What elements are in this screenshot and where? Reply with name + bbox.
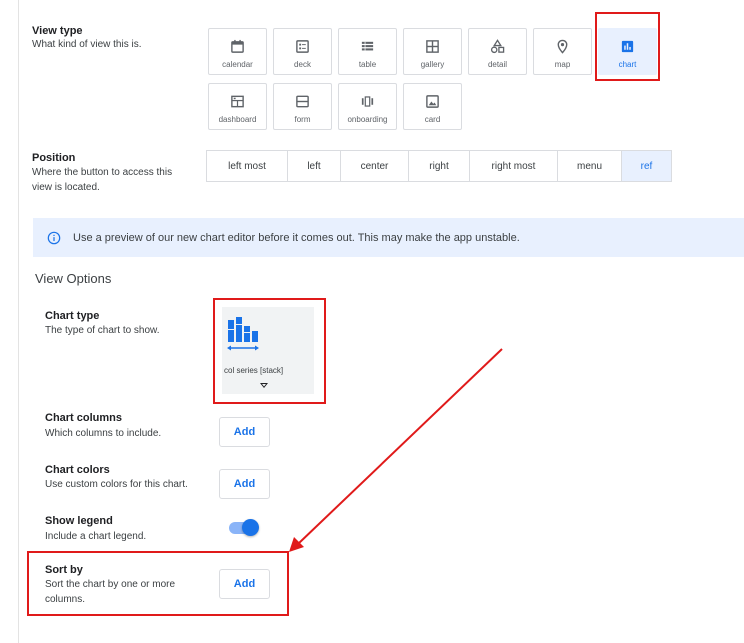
view-type-label: map xyxy=(554,60,571,69)
position-center[interactable]: center xyxy=(340,150,408,182)
view-type-map[interactable]: map xyxy=(533,28,592,75)
position-right[interactable]: right xyxy=(408,150,469,182)
sort-by-highlight-box xyxy=(27,551,289,616)
chart-type-highlight-box xyxy=(213,298,326,404)
table-icon xyxy=(361,41,374,51)
show-legend-toggle[interactable] xyxy=(229,519,259,537)
position-left[interactable]: left xyxy=(287,150,340,182)
position-description-line1: Where the button to access this xyxy=(32,167,173,178)
banner-text: Use a preview of our new chart editor be… xyxy=(73,231,520,244)
view-type-calendar[interactable]: calendar xyxy=(208,28,267,75)
position-description-line2: view is located. xyxy=(32,182,100,193)
view-type-label: table xyxy=(358,60,377,69)
card-icon xyxy=(426,95,439,108)
chart-columns-description: Which columns to include. xyxy=(45,428,162,439)
deck-icon xyxy=(296,40,309,53)
view-type-label: onboarding xyxy=(347,115,388,124)
chart-columns-add-button[interactable]: Add xyxy=(219,417,270,447)
view-type-label: gallery xyxy=(420,60,445,69)
view-type-card[interactable]: card xyxy=(403,83,462,130)
view-type-form[interactable]: form xyxy=(273,83,332,130)
toggle-knob xyxy=(242,519,259,536)
chart-colors-add-button[interactable]: Add xyxy=(219,469,270,499)
position-title: Position xyxy=(32,152,76,164)
position-right-most[interactable]: right most xyxy=(469,150,557,182)
chart-colors-title: Chart colors xyxy=(45,464,110,476)
position-left-most[interactable]: left most xyxy=(206,150,287,182)
view-type-deck[interactable]: deck xyxy=(273,28,332,75)
info-icon xyxy=(47,231,61,244)
show-legend-title: Show legend xyxy=(45,515,113,527)
view-type-label: calendar xyxy=(222,60,253,69)
view-type-description: What kind of view this is. xyxy=(32,39,142,50)
left-divider xyxy=(18,0,19,643)
view-type-onboarding[interactable]: onboarding xyxy=(338,83,397,130)
view-type-detail[interactable]: detail xyxy=(468,28,527,75)
view-options-title: View Options xyxy=(35,271,112,286)
gallery-icon xyxy=(426,40,439,53)
view-type-label: detail xyxy=(487,60,508,69)
calendar-icon xyxy=(231,39,244,53)
detail-icon xyxy=(490,39,505,54)
view-type-dashboard[interactable]: dashboard xyxy=(208,83,267,130)
chart-highlight-box xyxy=(595,12,660,81)
view-type-label: dashboard xyxy=(218,115,257,124)
chart-type-title: Chart type xyxy=(45,310,100,322)
view-type-label: deck xyxy=(294,60,311,69)
view-type-label: card xyxy=(424,115,441,124)
position-ref[interactable]: ref xyxy=(621,150,672,182)
form-icon xyxy=(296,95,309,108)
chart-colors-description: Use custom colors for this chart. xyxy=(45,479,188,490)
chart-columns-title: Chart columns xyxy=(45,412,123,424)
onboarding-icon xyxy=(361,96,374,107)
chart-type-description: The type of chart to show. xyxy=(45,325,160,336)
view-type-label: form xyxy=(294,115,311,124)
view-type-gallery[interactable]: gallery xyxy=(403,28,462,75)
view-type-table[interactable]: table xyxy=(338,28,397,75)
show-legend-description: Include a chart legend. xyxy=(45,531,147,542)
dashboard-icon xyxy=(231,95,244,108)
map-pin-icon xyxy=(557,39,568,54)
preview-info-banner: Use a preview of our new chart editor be… xyxy=(33,218,744,257)
position-menu[interactable]: menu xyxy=(557,150,621,182)
view-type-title: View type xyxy=(32,25,83,37)
